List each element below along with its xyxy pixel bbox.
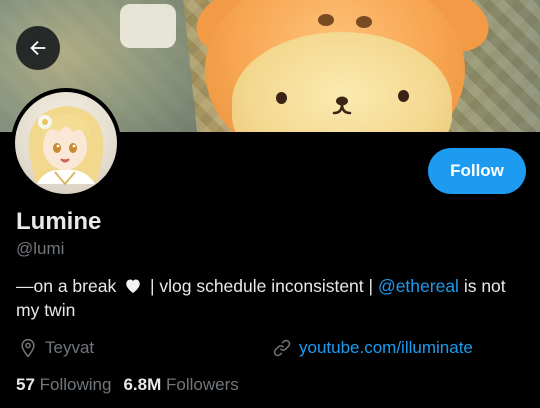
website-link[interactable]: youtube.com/illuminate xyxy=(299,338,473,358)
profile-bio: —on a break | vlog schedule inconsistent… xyxy=(16,274,528,322)
avatar[interactable] xyxy=(11,88,121,198)
avatar-image xyxy=(15,92,117,194)
plush-hood-dot xyxy=(356,16,372,28)
arrow-left-icon xyxy=(30,40,46,56)
following-label: Following xyxy=(39,375,112,394)
follow-stats: 57 Following 6.8M Followers xyxy=(16,375,239,395)
location-pin-icon xyxy=(21,338,35,358)
plush-nose-mouth xyxy=(332,96,352,115)
following-count: 57 xyxy=(16,375,35,394)
avatar-illustration xyxy=(28,106,104,186)
profile-meta-row: Teyvat youtube.com/illuminate xyxy=(16,338,528,362)
back-button[interactable] xyxy=(16,26,60,70)
location-item: Teyvat xyxy=(18,338,94,358)
follow-button[interactable]: Follow xyxy=(428,148,526,194)
followers-stat[interactable]: 6.8M Followers xyxy=(123,375,238,395)
display-name: Lumine xyxy=(16,208,102,235)
bio-text: | vlog schedule inconsistent | xyxy=(149,276,374,296)
followers-label: Followers xyxy=(166,375,239,394)
username-handle: @lumi xyxy=(16,239,65,258)
bio-mention-link[interactable]: @ethereal xyxy=(378,276,459,296)
plush-eye-right xyxy=(398,90,409,102)
following-stat[interactable]: 57 Following xyxy=(16,375,111,395)
plush-eye-left xyxy=(276,92,287,104)
website-item[interactable]: youtube.com/illuminate xyxy=(272,338,473,358)
link-icon xyxy=(273,339,291,357)
location-text: Teyvat xyxy=(45,338,95,357)
banner-sticker xyxy=(120,4,176,48)
followers-count: 6.8M xyxy=(123,375,162,394)
white-heart-icon xyxy=(126,279,140,293)
plush-hood-dot xyxy=(318,14,334,26)
bio-text: —on a break xyxy=(16,276,117,296)
